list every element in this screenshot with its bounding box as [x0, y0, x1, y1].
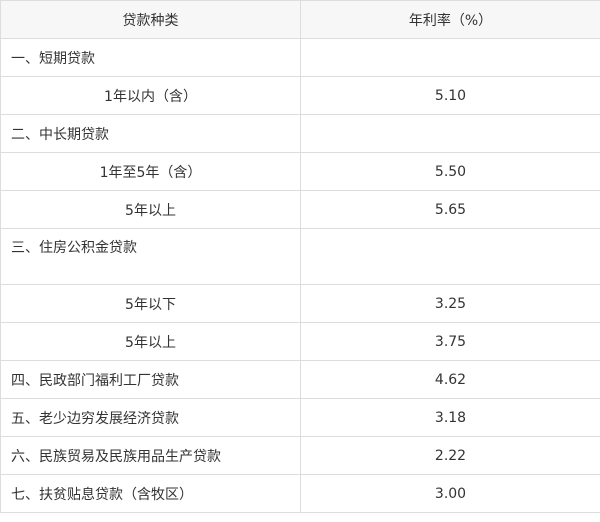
loan-type-cell: 5年以上 — [0, 190, 301, 229]
loan-type-cell: 5年以上 — [0, 322, 301, 361]
rate-cell — [300, 228, 600, 285]
loan-type-cell: 二、中长期贷款 — [0, 114, 301, 153]
header-annual-rate: 年利率（%） — [300, 0, 600, 39]
loan-type-cell: 三、住房公积金贷款 — [0, 228, 301, 285]
rate-cell: 3.75 — [300, 322, 600, 361]
table-row: 七、扶贫贴息贷款（含牧区） 3.00 — [0, 474, 600, 513]
rate-cell: 3.00 — [300, 474, 600, 513]
table-row: 二、中长期贷款 — [0, 114, 600, 153]
rate-cell: 4.62 — [300, 360, 600, 399]
table-row: 5年以下 3.25 — [0, 284, 600, 323]
table-row: 5年以上 3.75 — [0, 322, 600, 361]
table-row: 1年至5年（含） 5.50 — [0, 152, 600, 191]
table-body: 一、短期贷款 1年以内（含） 5.10 二、中长期贷款 1年至5年（含） 5.50 5年以上… — [0, 38, 600, 513]
table-row: 六、民族贸易及民族用品生产贷款 2.22 — [0, 436, 600, 475]
rate-cell: 5.50 — [300, 152, 600, 191]
loan-type-cell: 一、短期贷款 — [0, 38, 301, 77]
rate-cell: 5.10 — [300, 76, 600, 115]
table-row: 三、住房公积金贷款 — [0, 228, 600, 285]
loan-type-cell: 七、扶贫贴息贷款（含牧区） — [0, 474, 301, 513]
table-row: 1年以内（含） 5.10 — [0, 76, 600, 115]
loan-type-cell: 六、民族贸易及民族用品生产贷款 — [0, 436, 301, 475]
table-row: 一、短期贷款 — [0, 38, 600, 77]
loan-type-cell: 1年至5年（含） — [0, 152, 301, 191]
table-row: 四、民政部门福利工厂贷款 4.62 — [0, 360, 600, 399]
table-header-row: 贷款种类 年利率（%） — [0, 0, 600, 39]
loan-type-cell: 五、老少边穷发展经济贷款 — [0, 398, 301, 437]
rate-cell — [300, 38, 600, 77]
table-row: 五、老少边穷发展经济贷款 3.18 — [0, 398, 600, 437]
header-loan-type: 贷款种类 — [0, 0, 301, 39]
rate-cell: 3.18 — [300, 398, 600, 437]
rate-cell: 2.22 — [300, 436, 600, 475]
loan-type-cell: 四、民政部门福利工厂贷款 — [0, 360, 301, 399]
loan-type-cell: 1年以内（含） — [0, 76, 301, 115]
loan-type-cell: 5年以下 — [0, 284, 301, 323]
rate-cell: 5.65 — [300, 190, 600, 229]
rate-cell — [300, 114, 600, 153]
table-row: 5年以上 5.65 — [0, 190, 600, 229]
loan-rate-table: 贷款种类 年利率（%） 一、短期贷款 1年以内（含） 5.10 二、中长期贷款 1年至5… — [0, 0, 600, 513]
rate-cell: 3.25 — [300, 284, 600, 323]
